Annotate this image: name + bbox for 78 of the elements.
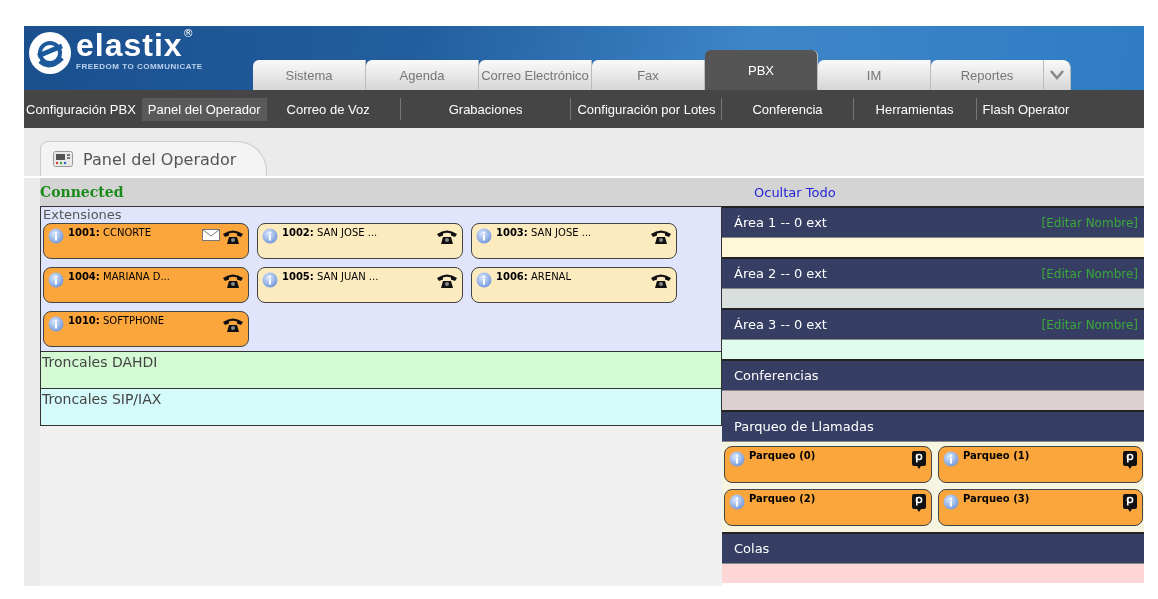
- section-title: Parqueo de Llamadas: [734, 419, 874, 434]
- parking-sign-icon: [1122, 451, 1138, 469]
- parking-sign-icon: [1122, 494, 1138, 512]
- extension-label: 1006: ARENAL: [496, 271, 573, 282]
- connection-status: Connected: [40, 184, 125, 200]
- extension-card[interactable]: 1002: SAN JOSE ...: [257, 223, 463, 259]
- extension-label: 1002: SAN JOSE ...: [282, 227, 379, 238]
- submenu-item[interactable]: Correo de Voz: [266, 97, 400, 121]
- info-icon: [476, 272, 492, 288]
- section-title: Troncales SIP/IAX: [42, 390, 163, 409]
- panel-icon: [53, 151, 73, 167]
- menu-tab[interactable]: Fax: [592, 60, 705, 90]
- section-title: Conferencias: [734, 368, 819, 383]
- extension-label: 1001: CCNORTE: [68, 227, 152, 238]
- telephone-icon: [436, 228, 458, 244]
- section-title: Troncales DAHDI: [42, 353, 159, 372]
- extension-card[interactable]: 1005: SAN JUAN ...: [257, 267, 463, 303]
- extension-label: 1010: SOFTPHONE: [68, 315, 166, 326]
- menu-tab[interactable]: Correo Electrónico: [479, 60, 592, 90]
- hide-all-link[interactable]: Ocultar Todo: [754, 184, 836, 200]
- info-icon: [729, 451, 745, 467]
- section-title: Área 2 -- 0 ext: [734, 266, 827, 281]
- telephone-icon: [436, 272, 458, 288]
- parking-slot-label: Parqueo (1): [963, 450, 1031, 461]
- info-icon: [262, 272, 278, 288]
- extension-label: 1005: SAN JUAN ...: [282, 271, 380, 282]
- telephone-icon: [222, 316, 244, 332]
- info-icon: [943, 451, 959, 467]
- submenu-item[interactable]: Flash Operator: [976, 97, 1076, 121]
- section-title: Área 1 -- 0 ext: [734, 215, 827, 230]
- parking-slot-card[interactable]: Parqueo (3): [938, 489, 1143, 526]
- extension-card[interactable]: 1010: SOFTPHONE: [43, 311, 249, 347]
- menu-tab[interactable]: PBX: [705, 50, 818, 90]
- info-icon: [729, 494, 745, 510]
- parking-slot-label: Parqueo (3): [963, 493, 1031, 504]
- info-icon: [48, 272, 64, 288]
- parking-sign-icon: [911, 494, 927, 512]
- module-tab-title: Panel del Operador: [83, 149, 237, 169]
- section-title: Colas: [734, 541, 770, 556]
- parking-slot-label: Parqueo (2): [749, 493, 817, 504]
- menu-tab[interactable]: Agenda: [366, 60, 479, 90]
- logo-tagline: FREEDOM TO COMMUNICATE: [76, 62, 203, 71]
- submenu-item[interactable]: Configuración por Lotes: [571, 97, 722, 121]
- info-icon: [476, 228, 492, 244]
- submenu-item[interactable]: Grabaciones: [400, 97, 571, 121]
- telephone-icon: [222, 228, 244, 244]
- section-title: Área 3 -- 0 ext: [734, 317, 827, 332]
- info-icon: [48, 228, 64, 244]
- extension-card[interactable]: 1006: ARENAL: [471, 267, 677, 303]
- extension-label: 1004: MARIANA D...: [68, 271, 171, 282]
- extension-card[interactable]: 1003: SAN JOSE ...: [471, 223, 677, 259]
- menu-tab[interactable]: Sistema: [253, 60, 366, 90]
- extension-card[interactable]: 1004: MARIANA D...: [43, 267, 249, 303]
- registered-mark: ®: [182, 28, 194, 40]
- info-icon: [943, 494, 959, 510]
- submenu-item[interactable]: Configuración PBX: [24, 97, 142, 121]
- extension-label: 1003: SAN JOSE ...: [496, 227, 593, 238]
- parking-slot-label: Parqueo (0): [749, 450, 817, 461]
- chevron-down-icon: [1050, 70, 1064, 80]
- submenu-item[interactable]: Herramientas: [853, 97, 976, 121]
- menu-tab[interactable]: IM: [818, 60, 931, 90]
- parking-slot-card[interactable]: Parqueo (2): [724, 489, 932, 526]
- telephone-icon: [222, 272, 244, 288]
- parking-slot-card[interactable]: Parqueo (0): [724, 446, 932, 483]
- logo-wordmark: elastix: [76, 28, 183, 62]
- submenu-item[interactable]: Conferencia: [722, 97, 853, 121]
- parking-sign-icon: [911, 451, 927, 469]
- menu-tab[interactable]: Reportes: [931, 60, 1044, 90]
- module-tab[interactable]: Panel del Operador: [40, 141, 268, 176]
- info-icon: [262, 228, 278, 244]
- parking-slot-card[interactable]: Parqueo (1): [938, 446, 1143, 483]
- submenu-item[interactable]: Panel del Operador: [141, 97, 267, 121]
- telephone-icon: [650, 228, 672, 244]
- more-tabs-button[interactable]: [1044, 60, 1071, 90]
- info-icon: [48, 316, 64, 332]
- telephone-icon: [650, 272, 672, 288]
- extension-card[interactable]: 1001: CCNORTE: [43, 223, 249, 259]
- section-title: Extensiones: [43, 207, 123, 223]
